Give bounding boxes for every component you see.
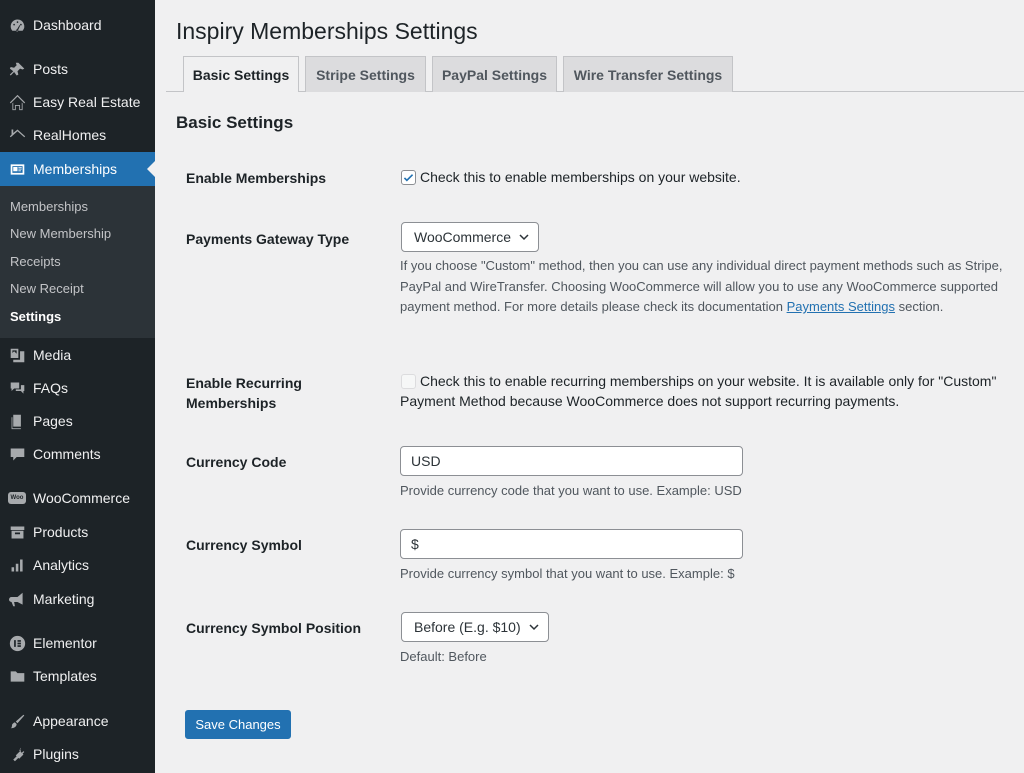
admin-sidebar: Dashboard Posts Easy Real Estate RealHom… [0,0,155,773]
dashboard-icon [8,16,26,34]
sidebar-item-comments[interactable]: Comments [0,437,155,471]
memberships-submenu: Memberships New Membership Receipts New … [0,186,155,338]
currency-code-description: Provide currency code that you want to u… [400,483,742,498]
gateway-selected-value: WooCommerce [414,229,511,245]
currency-symbol-label: Currency Symbol [186,537,302,553]
sidebar-item-easy-real-estate[interactable]: Easy Real Estate [0,85,155,119]
submenu-item-new-membership[interactable]: New Membership [10,226,111,241]
symbol-position-select[interactable]: Before (E.g. $10) [401,612,549,642]
sidebar-item-memberships[interactable]: Memberships [0,152,155,186]
sidebar-item-label: FAQs [33,380,69,396]
megaphone-icon [8,590,26,608]
sidebar-item-label: Memberships [33,161,118,177]
sidebar-item-pages[interactable]: Pages [0,404,155,438]
enable-memberships-text: Check this to enable memberships on your… [420,169,741,185]
sidebar-item-dashboard[interactable]: Dashboard [0,8,155,42]
submenu-item-memberships[interactable]: Memberships [10,199,88,214]
sidebar-item-label: Posts [33,61,69,77]
sidebar-item-woocommerce[interactable]: Woo WooCommerce [0,481,155,515]
gateway-label: Payments Gateway Type [186,231,350,247]
tab-basic-settings[interactable]: Basic Settings [183,56,299,92]
media-icon [8,346,26,364]
tab-wire-transfer-settings[interactable]: Wire Transfer Settings [563,56,733,92]
folder-icon [8,667,26,685]
sidebar-item-label: Analytics [33,557,90,573]
sidebar-item-label: Marketing [33,591,95,607]
page-title: Inspiry Memberships Settings [176,18,478,44]
sidebar-item-label: WooCommerce [33,490,130,506]
sidebar-item-templates[interactable]: Templates [0,659,155,693]
sidebar-item-elementor[interactable]: Elementor [0,626,155,660]
pin-icon [8,60,26,78]
sidebar-item-label: Plugins [33,746,79,762]
sidebar-item-analytics[interactable]: Analytics [0,548,155,582]
sidebar-item-label: Appearance [33,713,109,729]
sidebar-item-marketing[interactable]: Marketing [0,582,155,616]
sidebar-item-label: Pages [33,413,73,429]
woo-icon: Woo [8,489,26,507]
brush-icon [8,712,26,730]
tab-paypal-settings[interactable]: PayPal Settings [432,56,557,92]
chevron-down-icon [529,624,539,631]
sidebar-item-media[interactable]: Media [0,338,155,372]
checkmark-icon [403,174,414,182]
recurring-text: Check this to enable recurring membershi… [400,373,997,409]
currency-code-input[interactable] [400,446,743,476]
payments-settings-link[interactable]: Payments Settings [787,299,895,314]
plug-icon [8,745,26,763]
sidebar-item-label: Media [33,347,72,363]
currency-symbol-input[interactable] [400,529,743,559]
chevron-down-icon [519,234,529,241]
comment-icon [8,445,26,463]
recurring-label: Enable Recurring Memberships [186,375,302,411]
elementor-icon [8,634,26,652]
house-outline-icon [8,93,26,111]
sidebar-item-label: Comments [33,446,101,462]
gateway-select[interactable]: WooCommerce [401,222,539,252]
sidebar-item-products[interactable]: Products [0,515,155,549]
submenu-item-settings[interactable]: Settings [10,309,61,324]
sidebar-item-faqs[interactable]: FAQs [0,371,155,405]
roof-icon [8,126,26,144]
sidebar-item-label: RealHomes [33,127,107,143]
speech-bubbles-icon [8,379,26,397]
archive-icon [8,523,26,541]
id-card-icon [8,160,26,178]
sidebar-item-realhomes[interactable]: RealHomes [0,118,155,152]
bar-chart-icon [8,556,26,574]
gateway-description-suffix: section. [894,299,944,314]
enable-memberships-checkbox[interactable] [401,170,416,185]
sidebar-item-plugins[interactable]: Plugins [0,737,155,771]
save-changes-button[interactable]: Save Changes [185,710,291,739]
symbol-position-label: Currency Symbol Position [186,620,362,636]
tab-stripe-settings[interactable]: Stripe Settings [305,56,426,92]
sidebar-item-posts[interactable]: Posts [0,52,155,86]
sidebar-item-label: Easy Real Estate [33,94,141,110]
sidebar-item-label: Products [33,524,89,540]
currency-code-label: Currency Code [186,454,287,470]
gateway-description: If you choose "Custom" method, then you … [400,256,1015,318]
submenu-item-new-receipt[interactable]: New Receipt [10,281,84,296]
sidebar-item-label: Dashboard [33,17,102,33]
currency-symbol-description: Provide currency symbol that you want to… [400,566,735,581]
sidebar-item-label: Elementor [33,635,97,651]
symbol-position-description: Default: Before [400,649,487,664]
section-title: Basic Settings [176,113,294,132]
submenu-item-receipts[interactable]: Receipts [10,254,61,269]
enable-memberships-label: Enable Memberships [186,170,327,186]
sidebar-item-label: Templates [33,668,97,684]
sidebar-item-appearance[interactable]: Appearance [0,704,155,738]
page-icon [8,412,26,430]
symbol-position-selected-value: Before (E.g. $10) [414,619,521,635]
